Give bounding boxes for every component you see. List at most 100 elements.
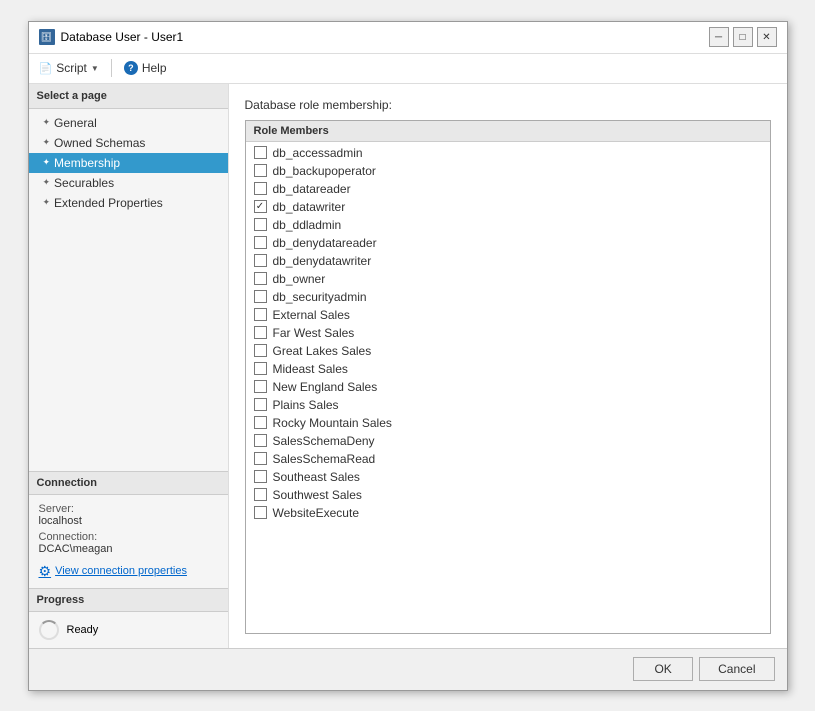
server-label: Server: — [39, 503, 74, 515]
role-panel[interactable]: Role Members db_accessadmindb_backupoper… — [245, 120, 771, 634]
role-label: Mideast Sales — [273, 362, 348, 376]
role-label: db_accessadmin — [273, 146, 363, 160]
role-checkbox-salesschemaread[interactable] — [254, 452, 267, 465]
role-checkbox-db_datareader[interactable] — [254, 182, 267, 195]
minimize-button[interactable]: ─ — [709, 27, 729, 47]
role-item[interactable]: External Sales — [246, 306, 770, 324]
role-checkbox-southeast-sales[interactable] — [254, 470, 267, 483]
role-label: db_securityadmin — [273, 290, 367, 304]
role-item[interactable]: db_securityadmin — [246, 288, 770, 306]
role-item[interactable]: db_denydatareader — [246, 234, 770, 252]
connection-value: DCAC\meagan — [39, 543, 113, 555]
role-item[interactable]: WebsiteExecute — [246, 504, 770, 522]
role-label: db_datawriter — [273, 200, 346, 214]
role-checkbox-db_securityadmin[interactable] — [254, 290, 267, 303]
role-item[interactable]: db_datareader — [246, 180, 770, 198]
role-label: Rocky Mountain Sales — [273, 416, 392, 430]
role-checkbox-db_denydatawriter[interactable] — [254, 254, 267, 267]
sidebar-item-extended-properties[interactable]: ✦ Extended Properties — [29, 193, 228, 213]
role-item[interactable]: Great Lakes Sales — [246, 342, 770, 360]
nav-arrow-general: ✦ — [43, 117, 51, 128]
role-label: Far West Sales — [273, 326, 355, 340]
nav-items: ✦ General ✦ Owned Schemas ✦ Membership ✦… — [29, 109, 228, 471]
role-label: db_datareader — [273, 182, 351, 196]
role-item[interactable]: Mideast Sales — [246, 360, 770, 378]
role-checkbox-new-england-sales[interactable] — [254, 380, 267, 393]
role-label: SalesSchemaDeny — [273, 434, 375, 448]
role-checkbox-websiteexecute[interactable] — [254, 506, 267, 519]
role-label: WebsiteExecute — [273, 506, 360, 520]
title-bar-left: 🗄 Database User - User1 — [39, 29, 184, 45]
role-item[interactable]: db_datawriter — [246, 198, 770, 216]
role-checkbox-db_backupoperator[interactable] — [254, 164, 267, 177]
progress-content: Ready — [29, 612, 228, 648]
role-item[interactable]: db_denydatawriter — [246, 252, 770, 270]
cancel-button[interactable]: Cancel — [699, 657, 774, 681]
sidebar-item-extended-properties-label: Extended Properties — [54, 196, 163, 210]
role-label: db_ddladmin — [273, 218, 342, 232]
role-label: Plains Sales — [273, 398, 339, 412]
role-item[interactable]: SalesSchemaDeny — [246, 432, 770, 450]
server-value: localhost — [39, 515, 82, 527]
server-row: Server: localhost — [39, 503, 218, 527]
role-item[interactable]: Southeast Sales — [246, 468, 770, 486]
window-controls: ─ □ ✕ — [709, 27, 777, 47]
role-item[interactable]: db_ddladmin — [246, 216, 770, 234]
role-item[interactable]: Far West Sales — [246, 324, 770, 342]
help-icon: ? — [124, 61, 138, 75]
dialog-window: 🗄 Database User - User1 ─ □ ✕ 📄 Script ▼… — [28, 21, 788, 691]
role-checkbox-db_owner[interactable] — [254, 272, 267, 285]
sidebar-item-owned-schemas-label: Owned Schemas — [54, 136, 145, 150]
role-item[interactable]: Southwest Sales — [246, 486, 770, 504]
ok-button[interactable]: OK — [633, 657, 693, 681]
role-item[interactable]: SalesSchemaRead — [246, 450, 770, 468]
help-button[interactable]: ? Help — [124, 61, 167, 75]
sidebar-item-membership-label: Membership — [54, 156, 120, 170]
role-checkbox-db_denydatareader[interactable] — [254, 236, 267, 249]
help-label: Help — [142, 61, 167, 75]
view-connection-properties-link[interactable]: ⚙ View connection properties — [39, 563, 218, 580]
role-item[interactable]: db_backupoperator — [246, 162, 770, 180]
role-checkbox-far-west-sales[interactable] — [254, 326, 267, 339]
script-label: Script — [56, 61, 87, 75]
role-label: db_backupoperator — [273, 164, 376, 178]
progress-status: Ready — [67, 624, 99, 636]
sidebar: Select a page ✦ General ✦ Owned Schemas … — [29, 84, 229, 648]
role-list: db_accessadmin db_backupoperator db_datare… — [246, 142, 770, 524]
role-checkbox-southwest-sales[interactable] — [254, 488, 267, 501]
role-item[interactable]: Rocky Mountain Sales — [246, 414, 770, 432]
role-checkbox-mideast-sales[interactable] — [254, 362, 267, 375]
sidebar-item-general[interactable]: ✦ General — [29, 113, 228, 133]
database-icon: 🗄 — [39, 29, 55, 45]
role-checkbox-db_ddladmin[interactable] — [254, 218, 267, 231]
role-checkbox-salesschemadeny[interactable] — [254, 434, 267, 447]
connection-link-icon: ⚙ — [39, 563, 52, 580]
sidebar-item-membership[interactable]: ✦ Membership — [29, 153, 228, 173]
role-label: Great Lakes Sales — [273, 344, 372, 358]
sidebar-item-securables[interactable]: ✦ Securables — [29, 173, 228, 193]
role-checkbox-db_accessadmin[interactable] — [254, 146, 267, 159]
close-button[interactable]: ✕ — [757, 27, 777, 47]
role-item[interactable]: New England Sales — [246, 378, 770, 396]
script-button[interactable]: 📄 Script ▼ — [39, 61, 99, 75]
role-checkbox-db_datawriter[interactable] — [254, 200, 267, 213]
toolbar: 📄 Script ▼ ? Help — [29, 54, 787, 84]
role-label: Southeast Sales — [273, 470, 360, 484]
role-item[interactable]: db_owner — [246, 270, 770, 288]
connection-label: Connection: — [39, 531, 98, 543]
sidebar-item-securables-label: Securables — [54, 176, 114, 190]
role-checkbox-rocky-mountain-sales[interactable] — [254, 416, 267, 429]
role-checkbox-external-sales[interactable] — [254, 308, 267, 321]
role-checkbox-plains-sales[interactable] — [254, 398, 267, 411]
nav-arrow-owned-schemas: ✦ — [43, 137, 51, 148]
nav-arrow-extended-properties: ✦ — [43, 197, 51, 208]
role-checkbox-great-lakes-sales[interactable] — [254, 344, 267, 357]
sidebar-item-owned-schemas[interactable]: ✦ Owned Schemas — [29, 133, 228, 153]
toolbar-divider — [111, 59, 112, 77]
footer: OK Cancel — [29, 648, 787, 690]
role-item[interactable]: Plains Sales — [246, 396, 770, 414]
role-label: New England Sales — [273, 380, 378, 394]
maximize-button[interactable]: □ — [733, 27, 753, 47]
role-item[interactable]: db_accessadmin — [246, 144, 770, 162]
select-page-label: Select a page — [29, 84, 228, 109]
